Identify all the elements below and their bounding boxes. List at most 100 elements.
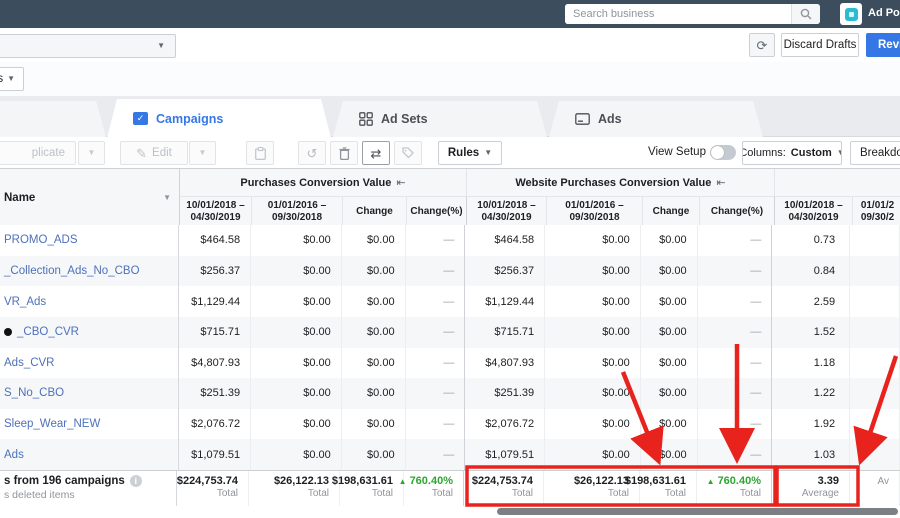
tag-button[interactable]	[394, 141, 422, 165]
tab-ads[interactable]: Ads	[549, 101, 763, 137]
account-dropdown[interactable]: ▼	[0, 34, 176, 58]
ad-pop-logo-icon	[844, 7, 858, 21]
footer-sublabel: Av	[877, 476, 890, 487]
column-header-line2: 04/30/2019	[190, 211, 241, 223]
table-cell: $464.58	[465, 225, 546, 256]
rules-button[interactable]: Rules ▼	[438, 141, 502, 165]
tab-campaigns[interactable]: ✓ Campaigns	[107, 99, 331, 138]
footer-value: 3.39	[817, 475, 839, 487]
table-row: PROMO_ADS $464.58 $0.00 $0.00— $464.58 $0.00 $…	[0, 225, 900, 256]
campaign-name-link[interactable]: Ads_CVR	[4, 357, 55, 369]
table-cell: $251.39	[179, 378, 252, 409]
campaign-name-link[interactable]: S_No_CBO	[4, 387, 64, 399]
table-cell: —	[406, 408, 466, 440]
table-cell: —	[698, 316, 773, 348]
increase-arrow-icon: ▲	[398, 477, 407, 486]
table-cell: $1,079.51	[179, 439, 252, 470]
table-row: Ads_CVR $4,807.93 $0.00 $0.00— $4,807.93 $0.0…	[0, 347, 900, 379]
delete-button[interactable]	[330, 141, 358, 165]
table-cell: 1.03	[772, 439, 851, 470]
table-cell: —	[406, 225, 466, 256]
discard-drafts-button[interactable]: Discard Drafts	[781, 33, 859, 57]
footer-value: ▲ 760.40%	[706, 475, 761, 487]
column-header-line1: 10/01/2018 –	[784, 199, 843, 211]
footer-sublabel: Total	[307, 488, 329, 499]
search-input[interactable]	[565, 4, 791, 24]
column-header-line1: Change(%)	[710, 205, 764, 217]
breakdown-button[interactable]: Breakdo	[850, 141, 900, 165]
review-button[interactable]: Review	[866, 33, 900, 57]
ab-test-button[interactable]: ⇄	[362, 141, 390, 165]
app-name-label: Ad Pop D	[868, 7, 900, 19]
column-header[interactable]: 10/01/2018 –04/30/2019	[775, 197, 853, 226]
column-header[interactable]: Change(%)	[407, 197, 467, 226]
column-header[interactable]: 10/01/2018 –04/30/2019	[467, 197, 547, 226]
footer-value: $224,753.74	[176, 475, 238, 487]
table-cell: $0.00	[342, 347, 406, 379]
table-cell	[850, 347, 900, 379]
group-header-label: Website Purchases Conversion Value	[515, 176, 712, 189]
refresh-button[interactable]: ⟳	[749, 33, 775, 57]
collapse-columns-icon[interactable]: ⇤	[716, 176, 725, 189]
table-cell: —	[698, 286, 773, 317]
edit-menu-button[interactable]: ▼	[189, 141, 216, 165]
table-footer: s from 196 campaigns i s deleted items $…	[0, 470, 900, 506]
campaign-name-link[interactable]: _Collection_Ads_No_CBO	[4, 265, 140, 277]
duplicate-button[interactable]: plicate	[0, 141, 76, 165]
column-header[interactable]: Change	[643, 197, 700, 226]
table-cell: $0.00	[251, 439, 342, 470]
review-label: Review	[878, 39, 900, 51]
duplicate-menu-button[interactable]: ▼	[78, 141, 105, 165]
info-icon[interactable]: i	[129, 475, 142, 487]
column-header[interactable]: 01/01/2016 –09/30/2018	[547, 197, 643, 226]
column-header[interactable]: Change(%)	[700, 197, 775, 226]
campaign-name-link[interactable]: VR_Ads	[4, 296, 46, 308]
saved-filter-dropdown[interactable]: s ▼	[0, 67, 24, 91]
tab-ad-sets[interactable]: Ad Sets	[333, 101, 547, 137]
tab-campaigns-label: Campaigns	[156, 111, 224, 126]
table-cell	[850, 378, 900, 409]
table-cell: $0.00	[545, 316, 641, 348]
footer-totals: $224,753.74 Total $26,122.13 Total $198,631.…	[177, 471, 900, 506]
footer-cell: $198,631.61 Total	[332, 471, 404, 506]
results-count-label: s from 196 campaigns	[4, 475, 125, 487]
copy-button[interactable]	[246, 141, 274, 165]
column-header[interactable]: 10/01/2018 –04/30/2019	[180, 197, 252, 226]
collapse-columns-icon[interactable]: ⇤	[396, 176, 405, 189]
table-cell: $2,076.72	[179, 408, 252, 440]
column-header[interactable]: Change	[343, 197, 407, 226]
edit-button[interactable]: ✎ Edit	[120, 141, 188, 165]
tab-account-overview[interactable]: w	[0, 101, 106, 137]
footer-sublabel: Total	[371, 488, 393, 499]
column-header[interactable]: 01/01/2016 –09/30/2018	[252, 197, 343, 226]
campaign-name-cell: Sleep_Wear_NEW	[0, 408, 180, 440]
campaign-name-link[interactable]: Sleep_Wear_NEW	[4, 418, 100, 430]
ad-pop-app-tile[interactable]	[840, 3, 862, 25]
campaign-name-link[interactable]: PROMO_ADS	[4, 234, 78, 246]
table-cell: $0.00	[251, 255, 342, 287]
footer-sublabel: Total	[431, 488, 453, 499]
column-header[interactable]: 01/01/2 09/30/2	[853, 197, 900, 226]
search-button[interactable]	[791, 4, 820, 24]
ads-frame-icon	[575, 113, 590, 125]
scrollbar-thumb[interactable]	[497, 508, 898, 515]
table-cell: $0.00	[641, 316, 698, 348]
table-cell: $0.00	[545, 439, 641, 470]
revert-button[interactable]: ↺	[298, 141, 326, 165]
table-cell: 0.73	[772, 225, 851, 256]
view-setup-toggle[interactable]	[710, 145, 736, 160]
name-column-header[interactable]: Name ▼	[0, 169, 180, 226]
table-cell: $0.00	[342, 408, 406, 440]
campaign-name-cell: VR_Ads	[0, 286, 180, 317]
chevron-down-icon: ▼	[837, 149, 841, 157]
campaign-name-link[interactable]: _CBO_CVR	[17, 326, 79, 338]
campaign-name-link[interactable]: Ads	[4, 449, 24, 461]
column-group-header: Website Purchases Conversion Value ⇤	[467, 169, 775, 197]
table-cell: $0.00	[641, 225, 698, 256]
table-cell: —	[698, 347, 773, 379]
table-header: Name ▼ Purchases Conversion Value ⇤ Websit…	[0, 168, 900, 227]
column-header-line2: 09/30/2018	[569, 211, 620, 223]
campaign-name-cell: _Collection_Ads_No_CBO	[0, 255, 180, 287]
refresh-icon: ⟳	[756, 37, 768, 53]
columns-button[interactable]: Columns: Custom ▼	[742, 141, 842, 165]
